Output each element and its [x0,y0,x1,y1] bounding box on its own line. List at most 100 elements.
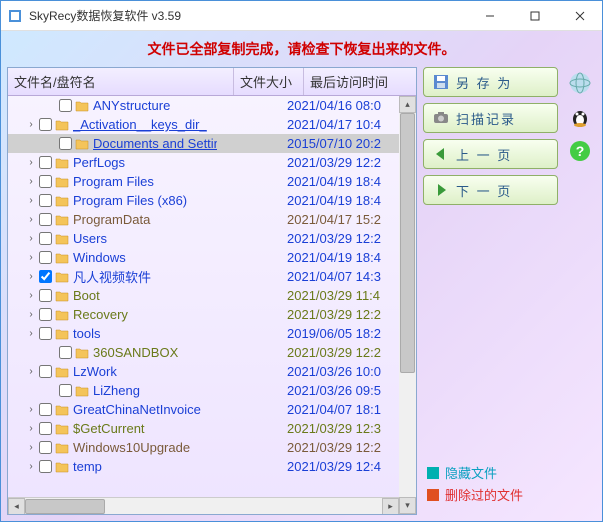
penguin-icon[interactable] [568,105,592,129]
vertical-scrollbar[interactable]: ▴ ▾ [399,96,416,514]
close-button[interactable] [557,1,602,31]
legend-deleted-label: 删除过的文件 [445,485,523,504]
file-time: 2021/04/19 18:4 [287,174,399,189]
expand-toggle[interactable]: › [26,271,36,282]
row-checkbox[interactable] [39,213,52,226]
app-icon [7,8,23,24]
legend: 隐藏文件 删除过的文件 [423,452,558,515]
file-name: tools [73,326,217,341]
expand-toggle[interactable]: › [26,195,36,206]
file-row[interactable]: LiZheng2021/03/26 09:5 [8,381,399,400]
row-checkbox[interactable] [39,365,52,378]
scan-log-button[interactable]: 扫描记录 [423,103,558,133]
titlebar-buttons [467,1,602,31]
file-row[interactable]: 360SANDBOX2021/03/29 12:2 [8,343,399,362]
expand-toggle[interactable]: › [26,176,36,187]
expand-toggle[interactable]: › [26,119,36,130]
expand-toggle[interactable]: › [26,328,36,339]
row-checkbox[interactable] [39,403,52,416]
row-checkbox[interactable] [39,232,52,245]
file-row[interactable]: ›Program Files (x86)2021/04/19 18:4 [8,191,399,210]
folder-icon [55,157,69,169]
row-checkbox[interactable] [39,270,52,283]
expand-toggle[interactable]: › [26,233,36,244]
row-checkbox[interactable] [39,422,52,435]
expand-toggle[interactable]: › [26,442,36,453]
row-checkbox[interactable] [39,308,52,321]
expand-toggle[interactable]: › [26,309,36,320]
next-page-button[interactable]: 下 一 页 [423,175,558,205]
row-checkbox[interactable] [39,118,52,131]
file-row[interactable]: Documents and Settings2015/07/10 20:2 [8,134,399,153]
folder-icon [75,347,89,359]
row-checkbox[interactable] [39,194,52,207]
file-row[interactable]: ›temp2021/03/29 12:4 [8,457,399,476]
row-checkbox[interactable] [39,251,52,264]
row-checkbox[interactable] [39,289,52,302]
file-time: 2021/03/26 09:5 [287,383,399,398]
file-time: 2015/07/10 20:2 [287,136,399,151]
scroll-down-button[interactable]: ▾ [399,497,416,514]
file-row[interactable]: ›LzWork2021/03/26 10:0 [8,362,399,381]
file-row[interactable]: ›tools2019/06/05 18:2 [8,324,399,343]
vscroll-track[interactable] [399,113,416,497]
expand-toggle[interactable]: › [26,157,36,168]
help-icon[interactable]: ? [568,139,592,163]
file-row[interactable]: ›凡人视频软件2021/04/07 14:3 [8,267,399,286]
file-row[interactable]: ›Windows2021/04/19 18:4 [8,248,399,267]
expand-toggle[interactable]: › [26,366,36,377]
expand-toggle[interactable]: › [26,214,36,225]
file-row[interactable]: ›Users2021/03/29 12:2 [8,229,399,248]
row-checkbox[interactable] [59,137,72,150]
row-checkbox[interactable] [39,460,52,473]
folder-icon [55,252,69,264]
expand-toggle[interactable]: › [26,423,36,434]
row-checkbox[interactable] [59,384,72,397]
vscroll-thumb[interactable] [400,113,415,373]
expand-toggle[interactable]: › [26,290,36,301]
hscroll-thumb[interactable] [25,499,105,514]
row-checkbox[interactable] [39,327,52,340]
file-row[interactable]: ›Boot2021/03/29 11:4 [8,286,399,305]
file-row[interactable]: ANYstructure2021/04/16 08:0 [8,96,399,115]
file-row[interactable]: ›$GetCurrent2021/03/29 12:3 [8,419,399,438]
row-checkbox[interactable] [59,99,72,112]
file-row[interactable]: ›Windows10Upgrade2021/03/29 12:2 [8,438,399,457]
hscroll-track[interactable] [25,498,382,515]
file-row[interactable]: ›ProgramData2021/04/17 15:2 [8,210,399,229]
folder-icon [55,271,69,283]
save-as-button[interactable]: 另 存 为 [423,67,558,97]
scroll-left-button[interactable]: ◂ [8,498,25,515]
file-rows: ANYstructure2021/04/16 08:0›_Activation_… [8,96,399,497]
row-checkbox[interactable] [59,346,72,359]
file-row[interactable]: ›PerfLogs2021/03/29 12:2 [8,153,399,172]
file-row[interactable]: ›GreatChinaNetInvoice2021/04/07 18:1 [8,400,399,419]
maximize-button[interactable] [512,1,557,31]
legend-swatch-hidden [427,467,439,479]
file-row[interactable]: ›Recovery2021/03/29 12:2 [8,305,399,324]
horizontal-scrollbar[interactable]: ◂ ▸ [8,497,399,514]
folder-icon [55,328,69,340]
scroll-right-button[interactable]: ▸ [382,498,399,515]
row-checkbox[interactable] [39,175,52,188]
file-row[interactable]: ›Program Files2021/04/19 18:4 [8,172,399,191]
file-name: Boot [73,288,217,303]
expand-toggle[interactable]: › [26,404,36,415]
arrow-left-icon [432,145,450,163]
globe-icon[interactable] [568,71,592,95]
prev-page-button[interactable]: 上 一 页 [423,139,558,169]
file-name: Windows [73,250,217,265]
expand-toggle[interactable]: › [26,252,36,263]
column-time[interactable]: 最后访问时间 [304,68,416,95]
expand-toggle[interactable]: › [26,461,36,472]
row-checkbox[interactable] [39,156,52,169]
minimize-button[interactable] [467,1,512,31]
column-name[interactable]: 文件名/盘符名 [8,68,234,95]
save-as-label: 另 存 为 [456,73,512,92]
row-checkbox[interactable] [39,441,52,454]
file-time: 2021/03/29 12:2 [287,440,399,455]
column-size[interactable]: 文件大小 [234,68,304,95]
file-row[interactable]: ›_Activation__keys_dir_2021/04/17 10:4 [8,115,399,134]
client-area: 文件已全部复制完成，请检查下恢复出来的文件。 文件名/盘符名 文件大小 最后访问… [1,31,602,521]
scroll-up-button[interactable]: ▴ [399,96,416,113]
